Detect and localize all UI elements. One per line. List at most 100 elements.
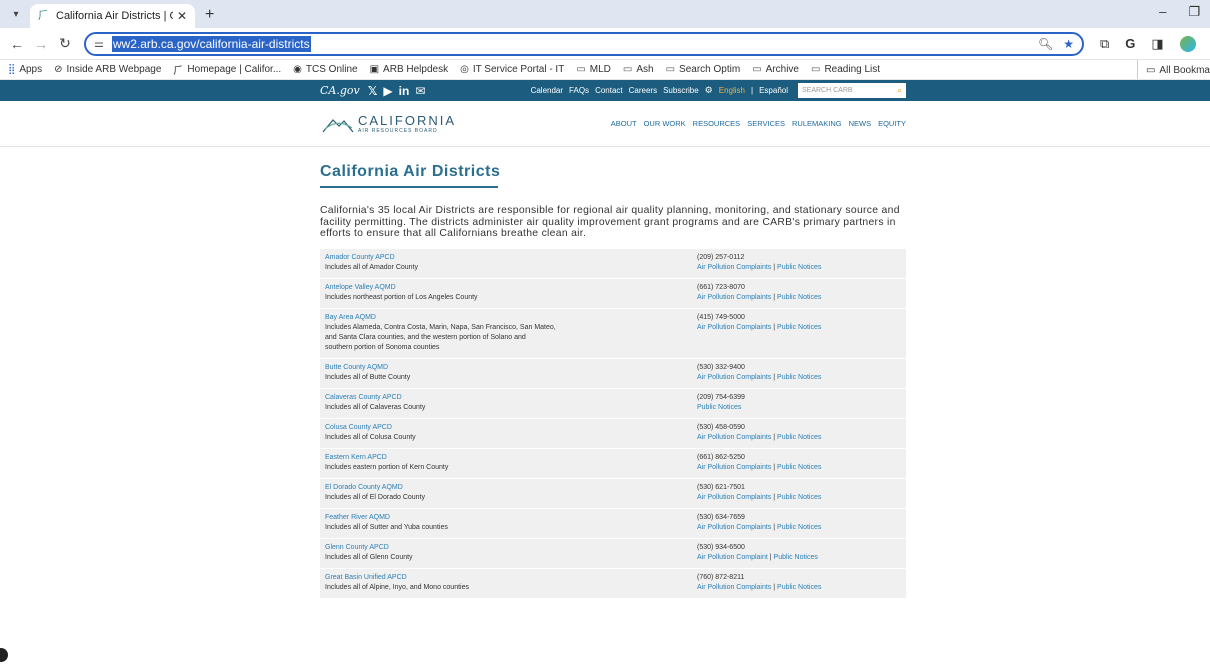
bookmark-item[interactable]: ▣ ARB Helpdesk <box>370 64 448 75</box>
district-phone: (530) 634-7659 <box>697 513 745 521</box>
nav-rulemaking[interactable]: RULEMAKING <box>792 119 842 128</box>
carb-logo[interactable]: CALIFORNIA AIR RESOURCES BOARD <box>322 113 456 134</box>
tab-search-chevron-icon[interactable]: ▾ <box>6 3 26 25</box>
district-name-link[interactable]: Colusa County APCD <box>325 423 697 433</box>
gear-icon[interactable]: ⚙ <box>705 85 713 96</box>
folder-icon: ▭ <box>665 64 676 75</box>
district-name-link[interactable]: El Dorado County AQMD <box>325 483 697 493</box>
nav-equity[interactable]: EQUITY <box>878 119 906 128</box>
site-info-icon[interactable]: ⚌ <box>94 37 104 50</box>
email-icon[interactable]: ✉ <box>415 84 425 98</box>
public-notices-link[interactable]: Public Notices <box>777 524 821 531</box>
complaints-link[interactable]: Air Pollution Complaints <box>697 584 771 591</box>
language-espanol-link[interactable]: Español <box>759 86 788 95</box>
district-description: Includes all of Butte County <box>325 373 411 381</box>
public-notices-link[interactable]: Public Notices <box>777 264 821 271</box>
complaints-link[interactable]: Air Pollution Complaints <box>697 524 771 531</box>
complaints-link[interactable]: Air Pollution Complaints <box>697 464 771 471</box>
utility-link-calendar[interactable]: Calendar <box>531 86 563 95</box>
complaints-link[interactable]: Air Pollution Complaint <box>697 554 768 561</box>
district-name-link[interactable]: Glenn County APCD <box>325 543 697 553</box>
site-search-input[interactable]: SEARCH CARB ⌕ <box>798 83 906 98</box>
district-row: Eastern Kern APCD Includes eastern portio… <box>320 449 906 479</box>
profile-avatar[interactable] <box>1179 35 1196 52</box>
district-phone: (530) 621-7501 <box>697 483 745 491</box>
public-notices-link[interactable]: Public Notices <box>777 294 821 301</box>
complaints-link[interactable]: Air Pollution Complaints <box>697 294 771 301</box>
public-notices-link[interactable]: Public Notices <box>777 464 821 471</box>
address-bar[interactable]: ⚌ ww2.arb.ca.gov/california-air-district… <box>84 31 1084 56</box>
bookmark-item[interactable]: ▭ Reading List <box>811 64 880 75</box>
district-name-link[interactable]: Amador County APCD <box>325 253 697 263</box>
bookmark-item[interactable]: ▭ Archive <box>752 64 799 75</box>
reload-icon[interactable]: ↻ <box>54 33 76 55</box>
utility-link-faqs[interactable]: FAQs <box>569 86 589 95</box>
utility-link-contact[interactable]: Contact <box>595 86 623 95</box>
cursor-indicator <box>0 648 8 662</box>
bookmark-item[interactable]: ▭ MLD <box>576 64 611 75</box>
search-placeholder: SEARCH CARB <box>802 87 853 94</box>
linkedin-icon[interactable]: in <box>399 84 410 98</box>
complaints-link[interactable]: Air Pollution Complaints <box>697 324 771 331</box>
district-name-link[interactable]: Antelope Valley AQMD <box>325 283 697 293</box>
browser-tab-active[interactable]: ⺁ California Air Districts | Californ ✕ <box>30 4 195 28</box>
utility-link-subscribe[interactable]: Subscribe <box>663 86 699 95</box>
public-notices-link[interactable]: Public Notices <box>774 554 818 561</box>
public-notices-link[interactable]: Public Notices <box>777 324 821 331</box>
tab-close-icon[interactable]: ✕ <box>177 9 187 23</box>
nav-our-work[interactable]: OUR WORK <box>644 119 686 128</box>
bookmark-item[interactable]: ◉ TCS Online <box>293 64 357 75</box>
extensions-puzzle-icon[interactable]: ⧉ <box>1100 36 1109 52</box>
back-arrow-icon[interactable]: ← <box>6 33 28 55</box>
nav-about[interactable]: ABOUT <box>611 119 637 128</box>
district-phone: (415) 749-5000 <box>697 313 745 321</box>
bookmark-label: Apps <box>19 64 43 75</box>
complaints-link[interactable]: Air Pollution Complaints <box>697 374 771 381</box>
district-name-link[interactable]: Butte County AQMD <box>325 363 697 373</box>
all-bookmarks-button[interactable]: ▭ All Bookma <box>1136 60 1210 79</box>
bookmark-item[interactable]: ⺁ Homepage | Califor... <box>173 62 281 77</box>
complaints-link[interactable]: Air Pollution Complaints <box>697 494 771 501</box>
minimize-icon[interactable]: – <box>1159 4 1166 20</box>
public-notices-link[interactable]: Public Notices <box>777 374 821 381</box>
complaints-link[interactable]: Air Pollution Complaints <box>697 264 771 271</box>
bookmark-item[interactable]: ▭ Search Optim <box>666 64 741 75</box>
search-icon[interactable]: ⌕ <box>897 85 902 96</box>
nav-resources[interactable]: RESOURCES <box>693 119 741 128</box>
nav-news[interactable]: NEWS <box>849 119 872 128</box>
google-icon[interactable]: G <box>1125 36 1135 51</box>
bookmark-item[interactable]: ⊘ Inside ARB Webpage <box>54 64 161 75</box>
language-english-link[interactable]: English <box>719 86 745 95</box>
bookmark-star-icon[interactable]: ★ <box>1063 37 1074 51</box>
utility-link-careers[interactable]: Careers <box>629 86 657 95</box>
site-utility-bar: CA.gov 𝕏 ▶ in ✉ Calendar FAQs Contact Caree… <box>0 80 1210 101</box>
side-panel-icon[interactable]: ◨ <box>1151 36 1163 52</box>
forward-arrow-icon[interactable]: → <box>30 33 52 55</box>
twitter-icon[interactable]: 𝕏 <box>368 84 378 98</box>
district-phone: (530) 934-6500 <box>697 543 745 551</box>
ca-gov-logo-icon[interactable]: CA.gov <box>320 84 360 97</box>
public-notices-link[interactable]: Public Notices <box>697 404 741 411</box>
district-name-link[interactable]: Eastern Kern APCD <box>325 453 697 463</box>
district-name-link[interactable]: Great Basin Unified APCD <box>325 573 697 583</box>
window-controls: – ❐ <box>1159 4 1200 20</box>
district-name-link[interactable]: Feather River AQMD <box>325 513 697 523</box>
restore-icon[interactable]: ❐ <box>1188 4 1200 20</box>
public-notices-link[interactable]: Public Notices <box>777 584 821 591</box>
district-name-link[interactable]: Calaveras County APCD <box>325 393 697 403</box>
new-tab-plus-icon[interactable]: + <box>205 6 214 24</box>
complaints-link[interactable]: Air Pollution Complaints <box>697 434 771 441</box>
bookmark-label: IT Service Portal - IT <box>472 64 565 75</box>
public-notices-link[interactable]: Public Notices <box>777 434 821 441</box>
bookmark-item[interactable]: ◎ IT Service Portal - IT <box>460 64 564 75</box>
district-row: Glenn County APCD Includes all of Glenn C… <box>320 539 906 569</box>
bookmark-item[interactable]: ⣿ Apps <box>8 64 42 75</box>
youtube-icon[interactable]: ▶ <box>383 84 392 98</box>
district-row: Amador County APCD Includes all of Amador… <box>320 249 906 279</box>
public-notices-link[interactable]: Public Notices <box>777 494 821 501</box>
zoom-icon[interactable]: 🔍︎ <box>1038 37 1053 51</box>
bookmark-item[interactable]: ▭ Ash <box>623 64 654 75</box>
district-name-link[interactable]: Bay Area AQMD <box>325 313 697 323</box>
nav-services[interactable]: SERVICES <box>747 119 785 128</box>
bookmarks-bar: ⣿ Apps ⊘ Inside ARB Webpage ⺁ Homepage | Cali… <box>0 60 1210 80</box>
